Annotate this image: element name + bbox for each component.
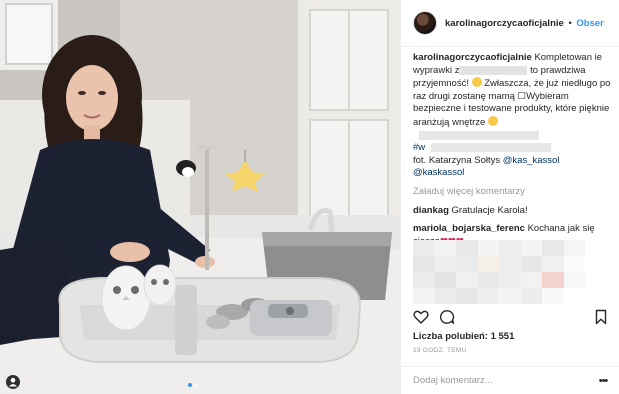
- smile-emoji-icon: [471, 77, 482, 88]
- header-separator: •: [568, 17, 572, 29]
- blurred-text: [419, 130, 539, 140]
- comment-username[interactable]: mariola_bojarska_ferenc: [413, 223, 525, 234]
- comment-input[interactable]: [413, 375, 596, 386]
- post-timestamp[interactable]: 19 GODZ. TEMU: [413, 347, 467, 354]
- carousel-dot[interactable]: [195, 383, 199, 387]
- caption-credit: fot. Katarzyna Sołtys: [413, 154, 503, 166]
- blurred-comments: [413, 240, 585, 304]
- blurred-text: [459, 65, 528, 75]
- caption-hashtag[interactable]: #w: [413, 142, 425, 153]
- more-options-icon[interactable]: •••: [596, 375, 610, 387]
- comment-text: Gratulacje Karola!: [451, 204, 528, 216]
- header-username[interactable]: karolinagorczycaoficjalnie: [445, 18, 564, 29]
- post-photo[interactable]: [0, 0, 400, 394]
- follow-button[interactable]: Obser: [576, 18, 603, 29]
- caption-username[interactable]: karolinagorczycaoficjalnie: [413, 52, 532, 63]
- caption: karolinagorczycaoficjalnie Kompletowan i…: [413, 52, 611, 180]
- post-side-panel: karolinagorczycaoficjalnie • Obser karol…: [400, 0, 619, 394]
- carousel-dot-active[interactable]: [188, 383, 192, 387]
- comment-icon[interactable]: [439, 309, 455, 325]
- bookmark-icon[interactable]: [593, 309, 609, 325]
- avatar[interactable]: [413, 11, 437, 35]
- smile-emoji-icon: [487, 115, 498, 126]
- photo-illustration: [0, 0, 400, 394]
- comments-section: karolinagorczycaoficjalnie Kompletowan i…: [413, 52, 611, 254]
- likes-count[interactable]: Liczba polubień: 1 551: [413, 331, 514, 342]
- add-comment-bar: •••: [401, 366, 619, 394]
- load-more-comments-button[interactable]: Załaduj więcej komentarzy: [413, 186, 611, 199]
- blurred-text: [431, 143, 552, 153]
- mention-link[interactable]: @kaskassol: [413, 167, 464, 178]
- heart-icon[interactable]: [413, 309, 429, 325]
- mention-link[interactable]: @kas_kassol: [503, 155, 560, 166]
- tag-person-icon[interactable]: [6, 375, 20, 389]
- post-actions: [413, 306, 609, 328]
- carousel-dots: [188, 383, 199, 387]
- comment-item: diankag Gratulacje Karola!: [413, 205, 611, 218]
- post-header: karolinagorczycaoficjalnie • Obser: [401, 0, 619, 47]
- header-text: karolinagorczycaoficjalnie • Obser: [445, 18, 604, 29]
- comment-username[interactable]: diankag: [413, 205, 449, 216]
